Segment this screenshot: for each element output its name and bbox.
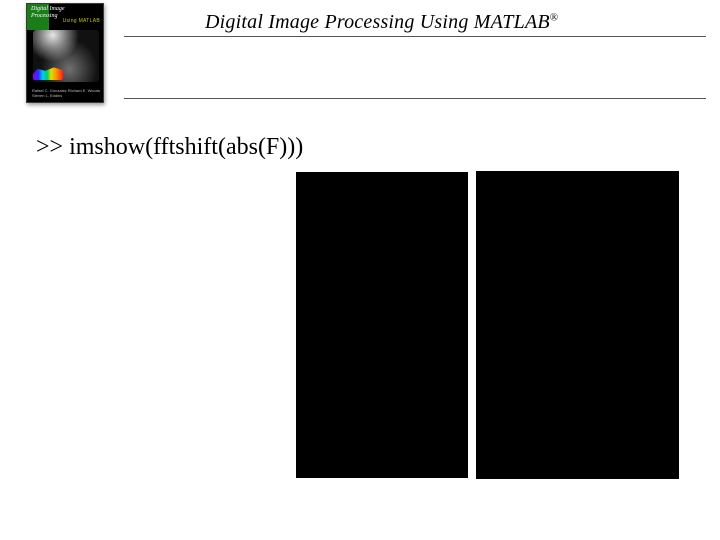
registered-mark: ® xyxy=(550,11,559,23)
header-rule-bottom xyxy=(124,98,706,99)
book-cover: Digital Image Processing Using MATLAB Ra… xyxy=(26,3,104,103)
output-image-right xyxy=(476,171,679,479)
title-text: Digital Image Processing Using MATLAB xyxy=(205,11,550,33)
book-title: Digital Image Processing xyxy=(31,6,65,20)
book-subtitle: Using MATLAB xyxy=(63,18,100,24)
matlab-command: >> imshow(fftshift(abs(F))) xyxy=(36,134,303,161)
output-image-left xyxy=(296,172,468,478)
book-authors: Rafael C. Gonzalez Richard E. Woods Stev… xyxy=(32,88,103,98)
page-title: Digital Image Processing Using MATLAB® xyxy=(205,11,558,34)
header-rule-top xyxy=(124,36,706,37)
slide: Digital Image Processing Using MATLAB® D… xyxy=(0,0,720,540)
